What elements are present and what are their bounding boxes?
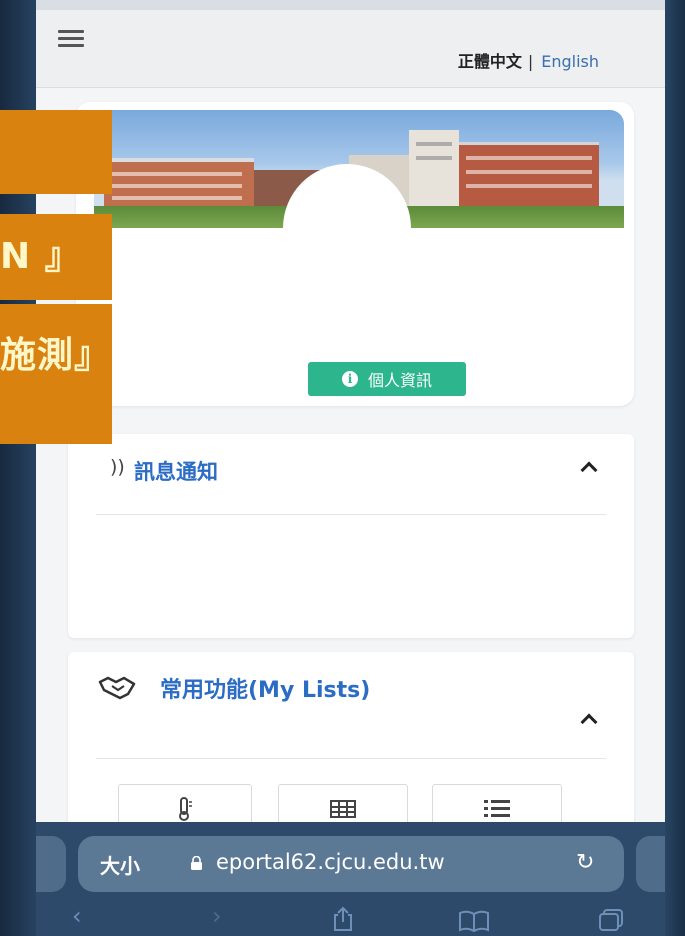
profile-card: i 個人資訊 bbox=[76, 102, 634, 406]
previous-tab-pill[interactable] bbox=[36, 836, 66, 892]
broadcast-icon: )) bbox=[110, 456, 125, 478]
notification-card: )) 訊息通知 bbox=[68, 434, 634, 638]
back-chevron-icon[interactable]: ‹ bbox=[72, 902, 82, 930]
info-circle-icon: i bbox=[341, 371, 358, 387]
divider bbox=[96, 514, 606, 515]
handshake-icon bbox=[98, 676, 136, 700]
phone-screen: 正體中文 | English i 個人資訊 )) 訊息通知 常用功能(My Li… bbox=[36, 10, 665, 936]
callout-box-1 bbox=[0, 110, 112, 194]
lock-icon bbox=[191, 856, 202, 870]
list-icon bbox=[484, 800, 510, 817]
hamburger-icon[interactable] bbox=[58, 28, 84, 50]
lang-separator: | bbox=[527, 52, 534, 71]
table-icon bbox=[330, 800, 356, 818]
collapse-chevron-icon[interactable] bbox=[578, 708, 600, 730]
tabs-icon[interactable] bbox=[598, 908, 624, 932]
thermometer-icon bbox=[179, 797, 192, 821]
callout-box-3: 施測』 bbox=[0, 304, 112, 444]
personal-info-button[interactable]: i 個人資訊 bbox=[308, 362, 466, 396]
address-bar[interactable]: 大小 eportal62.cjcu.edu.tw ↻ bbox=[78, 836, 624, 892]
forward-chevron-icon[interactable]: › bbox=[212, 902, 222, 930]
book-icon[interactable] bbox=[458, 910, 490, 932]
slide-top-edge bbox=[0, 0, 685, 10]
personal-info-label: 個人資訊 bbox=[367, 371, 432, 390]
language-switch: 正體中文 | English bbox=[458, 48, 599, 72]
lang-zh-link[interactable]: 正體中文 bbox=[458, 52, 522, 71]
slide-right-edge bbox=[665, 0, 685, 936]
browser-toolbar: 大小 eportal62.cjcu.edu.tw ↻ ‹ › bbox=[36, 822, 665, 936]
my-lists-title: 常用功能(My Lists) bbox=[160, 678, 371, 703]
avatar bbox=[283, 164, 411, 292]
callout-text-3: 施測』 bbox=[0, 335, 112, 376]
callout-box-2: N 』 bbox=[0, 214, 112, 300]
divider bbox=[96, 758, 606, 759]
callout-text-2: N 』 bbox=[0, 236, 82, 277]
reload-icon[interactable]: ↻ bbox=[576, 850, 594, 875]
share-icon[interactable] bbox=[332, 906, 354, 932]
next-tab-pill[interactable] bbox=[636, 836, 665, 892]
url-text: eportal62.cjcu.edu.tw bbox=[216, 850, 445, 874]
text-size-button[interactable]: 大小 bbox=[100, 850, 140, 879]
lang-en-link[interactable]: English bbox=[541, 52, 599, 71]
notification-title: 訊息通知 bbox=[134, 460, 218, 484]
collapse-chevron-icon[interactable] bbox=[578, 456, 600, 478]
top-bar: 正體中文 | English bbox=[36, 10, 665, 88]
